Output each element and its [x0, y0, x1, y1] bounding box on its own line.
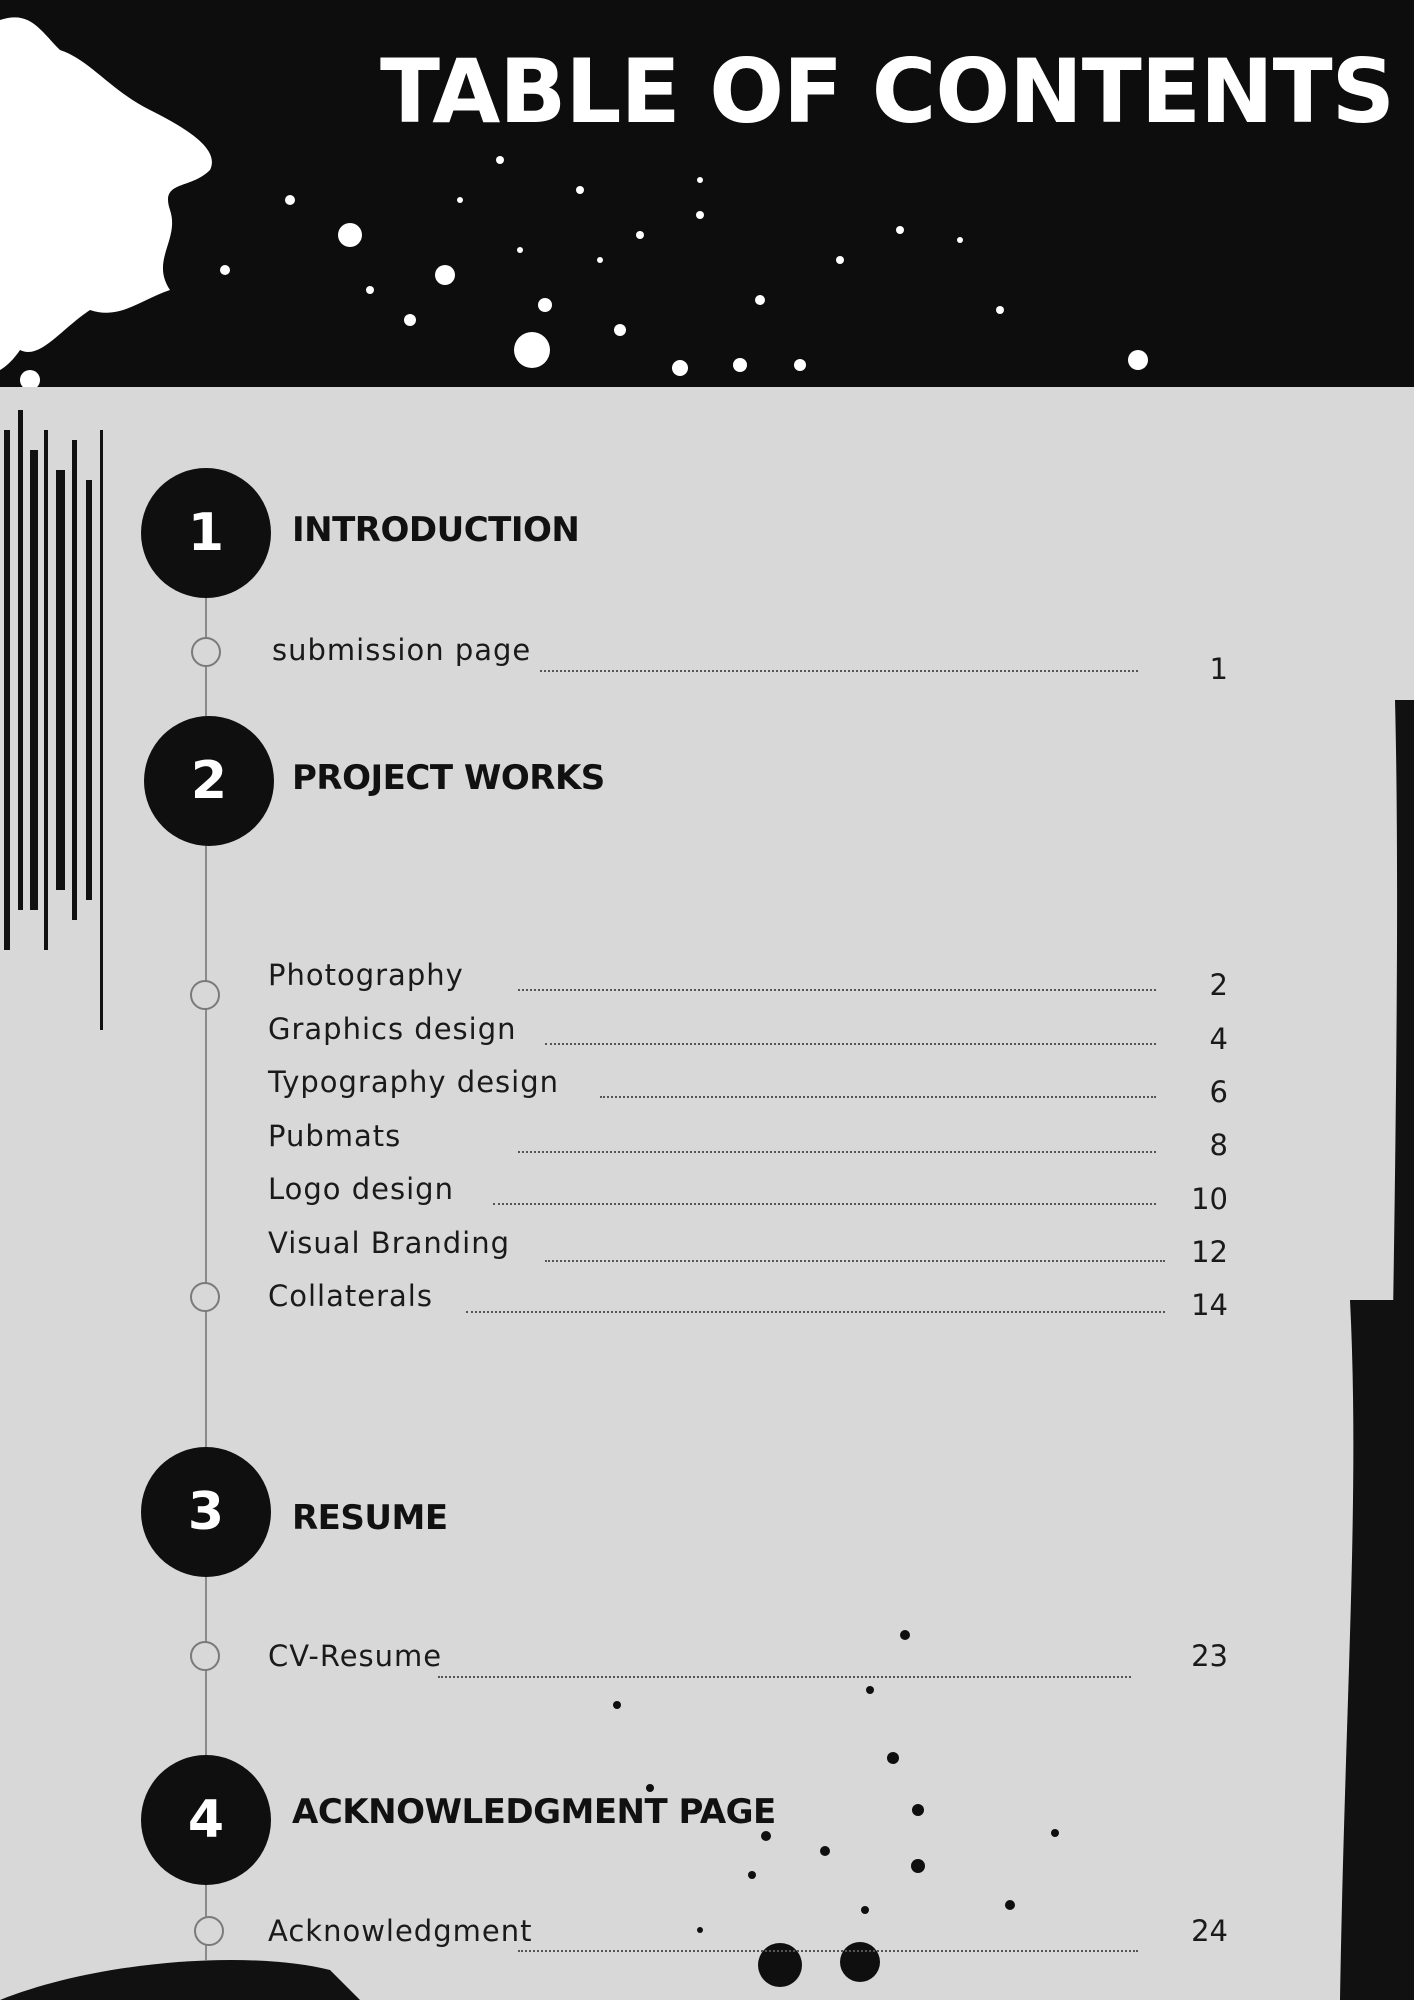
toc-page-number: 14	[1191, 1288, 1228, 1322]
toc-entry-label[interactable]: Photography	[268, 958, 464, 992]
page-title: TABLE OF CONTENTS	[380, 40, 1395, 143]
toc-page-number: 23	[1191, 1639, 1228, 1673]
dot-leader	[493, 1203, 1156, 1205]
entry-bullet	[194, 1916, 224, 1946]
toc-page-number: 12	[1191, 1235, 1228, 1269]
section-number-badge: 1	[141, 468, 271, 598]
toc-entry-label[interactable]: Typography design	[268, 1065, 559, 1099]
toc-entry-label[interactable]: CV-Resume	[268, 1639, 442, 1673]
toc-page-number: 2	[1209, 968, 1228, 1002]
dot-leader	[545, 1260, 1165, 1262]
toc-entry-label[interactable]: submission page	[272, 633, 531, 667]
entry-bullet	[190, 1282, 220, 1312]
toc-page-number: 4	[1209, 1022, 1228, 1056]
toc-entry-label[interactable]: Logo design	[268, 1172, 454, 1206]
dot-leader	[438, 1676, 1131, 1678]
section-title: RESUME	[292, 1498, 448, 1538]
entry-bullet	[191, 637, 221, 667]
section-title: PROJECT WORKS	[292, 758, 605, 798]
section-title: ACKNOWLEDGMENT PAGE	[292, 1792, 776, 1832]
header-band: TABLE OF CONTENTS	[0, 0, 1414, 387]
toc-page-number: 8	[1209, 1128, 1228, 1162]
section-title: INTRODUCTION	[292, 510, 580, 550]
entry-bullet	[190, 980, 220, 1010]
dot-leader	[518, 989, 1156, 991]
toc-page-number: 24	[1191, 1914, 1228, 1948]
toc-entry-label[interactable]: Pubmats	[268, 1119, 401, 1153]
dot-leader	[540, 670, 1138, 672]
section-number-badge: 3	[141, 1447, 271, 1577]
entry-bullet	[190, 1641, 220, 1671]
toc-page-number: 6	[1209, 1075, 1228, 1109]
dot-leader	[518, 1151, 1156, 1153]
dot-leader	[466, 1311, 1165, 1313]
section-number-badge: 2	[144, 716, 274, 846]
dot-leader	[600, 1096, 1156, 1098]
toc-page-number: 10	[1191, 1182, 1228, 1216]
toc-entry-label[interactable]: Collaterals	[268, 1279, 433, 1313]
toc-page-number: 1	[1209, 652, 1228, 686]
toc-entry-label[interactable]: Visual Branding	[268, 1226, 510, 1260]
dot-leader	[518, 1950, 1138, 1952]
section-number-badge: 4	[141, 1755, 271, 1885]
toc-entry-label[interactable]: Graphics design	[268, 1012, 517, 1046]
toc-entry-label[interactable]: Acknowledgment	[268, 1914, 532, 1948]
dot-leader	[545, 1043, 1156, 1045]
